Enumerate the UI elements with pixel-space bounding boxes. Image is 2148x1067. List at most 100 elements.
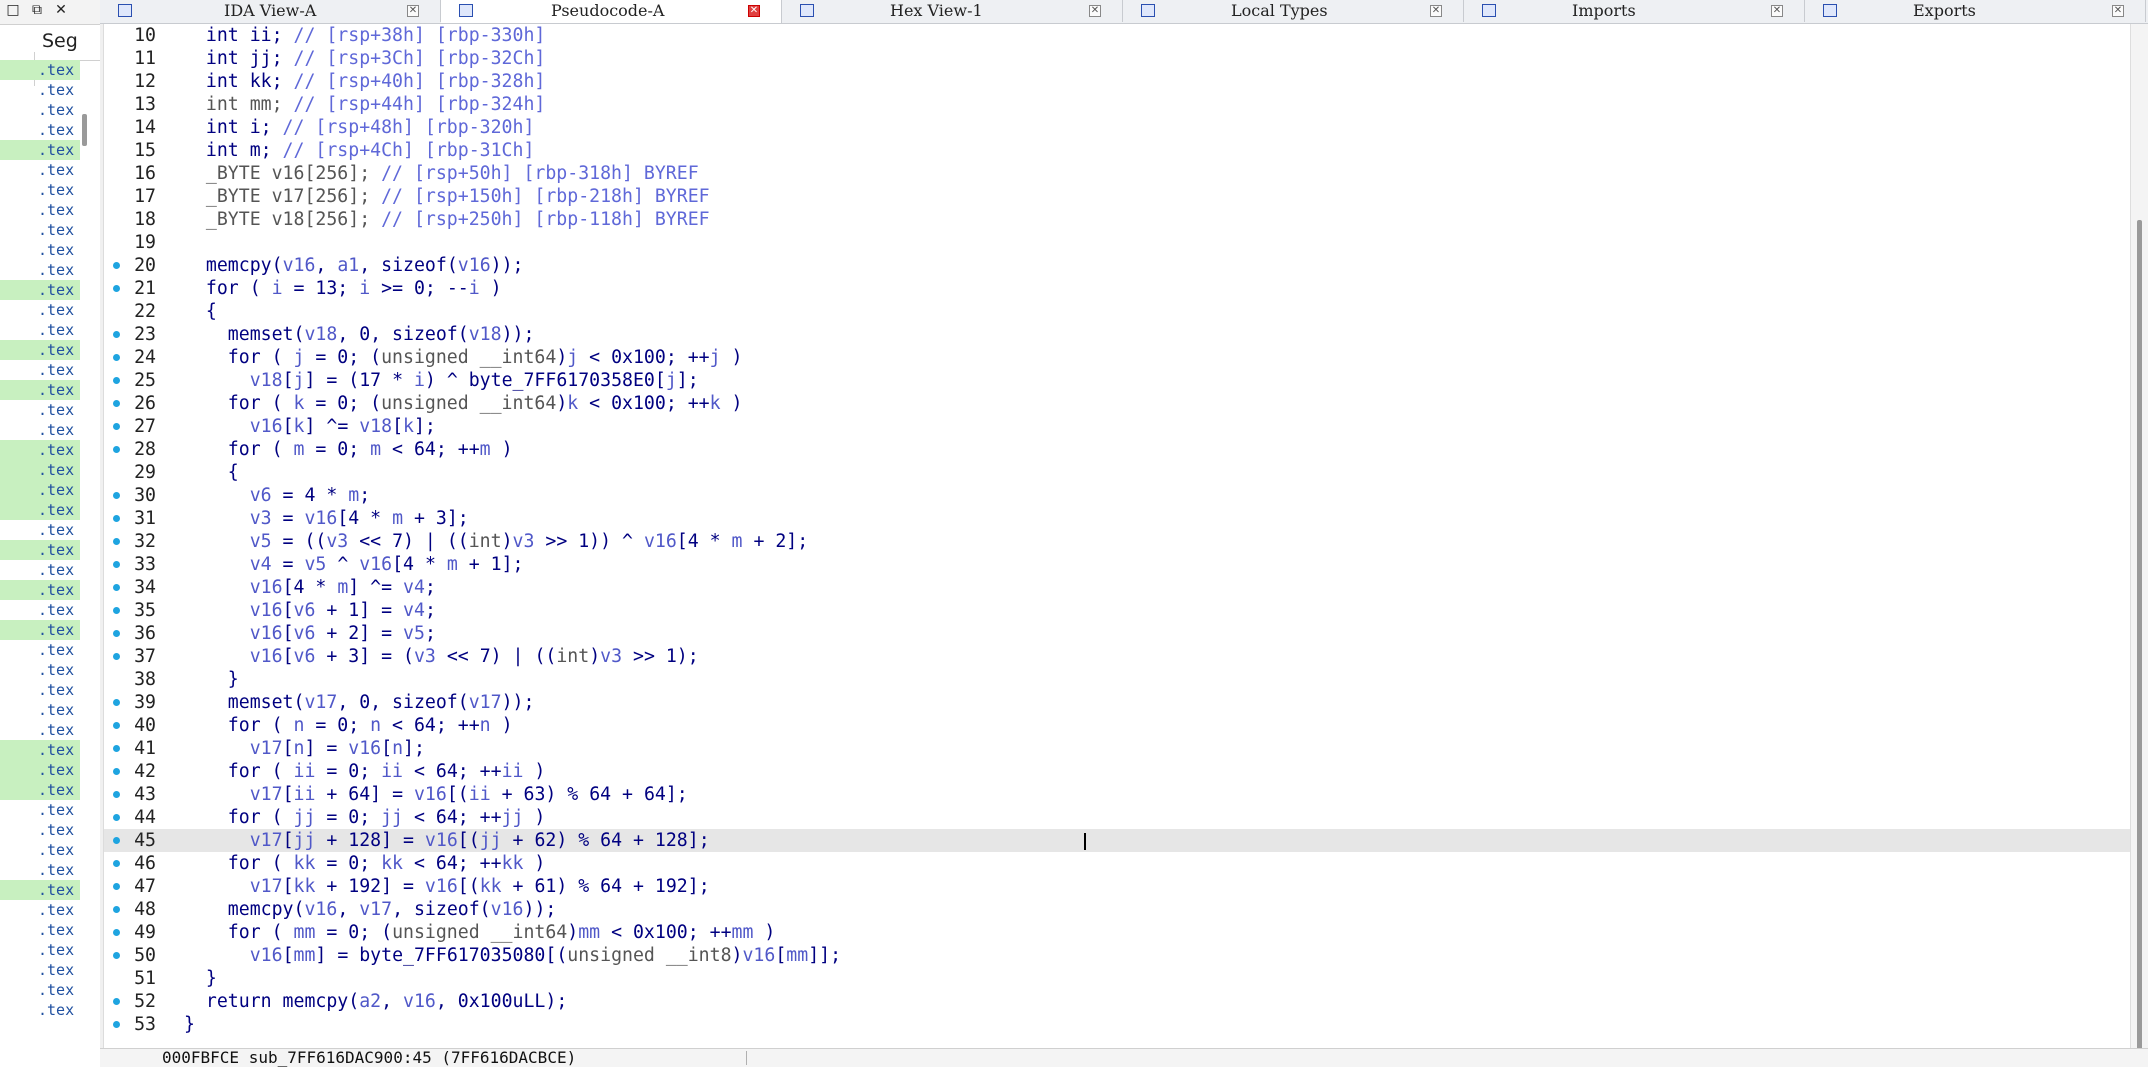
segment-row[interactable]: .tex (0, 280, 80, 300)
breakpoint-dot-icon[interactable] (113, 745, 120, 752)
segment-row[interactable]: .tex (0, 960, 80, 980)
close-tab-icon[interactable]: ✕ (1089, 5, 1101, 17)
segment-row[interactable]: .tex (0, 600, 80, 620)
segment-row[interactable]: .tex (0, 160, 80, 180)
segment-row[interactable]: .tex (0, 620, 80, 640)
code-line[interactable]: 17 _BYTE v17[256]; // [rsp+150h] [rbp-21… (100, 185, 2130, 208)
breakpoint-dot-icon[interactable] (113, 400, 120, 407)
close-tab-icon[interactable]: ✕ (1430, 5, 1442, 17)
breakpoint-dot-icon[interactable] (113, 377, 120, 384)
breakpoint-dot-icon[interactable] (113, 653, 120, 660)
segment-row[interactable]: .tex (0, 540, 80, 560)
breakpoint-dot-icon[interactable] (113, 515, 120, 522)
code-line[interactable]: 11 int jj; // [rsp+3Ch] [rbp-32Ch] (100, 47, 2130, 70)
code-line[interactable]: 20 memcpy(v16, a1, sizeof(v16)); (100, 254, 2130, 277)
segment-row[interactable]: .tex (0, 560, 80, 580)
code-line[interactable]: 53} (100, 1013, 2130, 1036)
segment-row[interactable]: .tex (0, 1000, 80, 1015)
breakpoint-dot-icon[interactable] (113, 837, 120, 844)
segment-row[interactable]: .tex (0, 80, 80, 100)
segment-row[interactable]: .tex (0, 500, 80, 520)
code-line[interactable]: 48 memcpy(v16, v17, sizeof(v16)); (100, 898, 2130, 921)
code-line[interactable]: 52 return memcpy(a2, v16, 0x100uLL); (100, 990, 2130, 1013)
code-line[interactable]: 46 for ( kk = 0; kk < 64; ++kk ) (100, 852, 2130, 875)
code-line[interactable]: 25 v18[j] = (17 * i) ^ byte_7FF6170358E0… (100, 369, 2130, 392)
code-line[interactable]: 30 v6 = 4 * m; (100, 484, 2130, 507)
code-line[interactable]: 12 int kk; // [rsp+40h] [rbp-328h] (100, 70, 2130, 93)
segment-row[interactable]: .tex (0, 240, 80, 260)
code-line[interactable]: 23 memset(v18, 0, sizeof(v18)); (100, 323, 2130, 346)
segment-row[interactable]: .tex (0, 260, 80, 280)
code-line[interactable]: 44 for ( jj = 0; jj < 64; ++jj ) (100, 806, 2130, 829)
code-line[interactable]: 31 v3 = v16[4 * m + 3]; (100, 507, 2130, 530)
segment-row[interactable]: .tex (0, 120, 80, 140)
segment-row[interactable]: .tex (0, 720, 80, 740)
code-line[interactable]: 40 for ( n = 0; n < 64; ++n ) (100, 714, 2130, 737)
code-line[interactable]: 26 for ( k = 0; (unsigned __int64)k < 0x… (100, 392, 2130, 415)
code-line[interactable]: 39 memset(v17, 0, sizeof(v17)); (100, 691, 2130, 714)
code-line[interactable]: 27 v16[k] ^= v18[k]; (100, 415, 2130, 438)
code-line[interactable]: 10 int ii; // [rsp+38h] [rbp-330h] (100, 24, 2130, 47)
code-line[interactable]: 13 int mm; // [rsp+44h] [rbp-324h] (100, 93, 2130, 116)
close-tab-icon[interactable]: ✕ (407, 5, 419, 17)
code-line[interactable]: 19 (100, 231, 2130, 254)
code-line[interactable]: 50 v16[mm] = byte_7FF617035080[(unsigned… (100, 944, 2130, 967)
breakpoint-dot-icon[interactable] (113, 331, 120, 338)
segment-row[interactable]: .tex (0, 680, 80, 700)
scrollbar-thumb[interactable] (2137, 220, 2142, 1066)
segment-row[interactable]: .tex (0, 940, 80, 960)
breakpoint-dot-icon[interactable] (113, 906, 120, 913)
code-line[interactable]: 51 } (100, 967, 2130, 990)
segment-row[interactable]: .tex (0, 800, 80, 820)
code-line[interactable]: 16 _BYTE v16[256]; // [rsp+50h] [rbp-318… (100, 162, 2130, 185)
editor-scrollbar[interactable] (2130, 24, 2148, 1066)
breakpoint-dot-icon[interactable] (113, 768, 120, 775)
code-line[interactable]: 49 for ( mm = 0; (unsigned __int64)mm < … (100, 921, 2130, 944)
segment-row[interactable]: .tex (0, 820, 80, 840)
code-line[interactable]: 15 int m; // [rsp+4Ch] [rbp-31Ch] (100, 139, 2130, 162)
segment-row[interactable]: .tex (0, 480, 80, 500)
segment-row[interactable]: .tex (0, 380, 80, 400)
segment-row[interactable]: .tex (0, 140, 80, 160)
segment-row[interactable]: .tex (0, 900, 80, 920)
segment-row[interactable]: .tex (0, 420, 80, 440)
segment-row[interactable]: .tex (0, 740, 80, 760)
code-line[interactable]: 47 v17[kk + 192] = v16[(kk + 61) % 64 + … (100, 875, 2130, 898)
breakpoint-dot-icon[interactable] (113, 584, 120, 591)
code-line[interactable]: 43 v17[ii + 64] = v16[(ii + 63) % 64 + 6… (100, 783, 2130, 806)
code-line[interactable]: 29 { (100, 461, 2130, 484)
segment-row[interactable]: .tex (0, 180, 80, 200)
breakpoint-dot-icon[interactable] (113, 354, 120, 361)
segment-row[interactable]: .tex (0, 920, 80, 940)
breakpoint-dot-icon[interactable] (113, 607, 120, 614)
code-line[interactable]: 36 v16[v6 + 2] = v5; (100, 622, 2130, 645)
segment-row[interactable]: .tex (0, 780, 80, 800)
breakpoint-dot-icon[interactable] (113, 630, 120, 637)
code-line[interactable]: 42 for ( ii = 0; ii < 64; ++ii ) (100, 760, 2130, 783)
breakpoint-dot-icon[interactable] (113, 814, 120, 821)
segment-row[interactable]: .tex (0, 980, 80, 1000)
close-icon[interactable]: ✕ (50, 0, 72, 22)
code-line[interactable]: 14 int i; // [rsp+48h] [rbp-320h] (100, 116, 2130, 139)
tab-ida-view-a[interactable]: IDA View-A ✕ (100, 0, 441, 22)
breakpoint-dot-icon[interactable] (113, 1021, 120, 1028)
segment-row[interactable]: .tex (0, 60, 80, 80)
code-line[interactable]: 28 for ( m = 0; m < 64; ++m ) (100, 438, 2130, 461)
segment-row[interactable]: .tex (0, 220, 80, 240)
segment-row[interactable]: .tex (0, 440, 80, 460)
code-line[interactable]: 41 v17[n] = v16[n]; (100, 737, 2130, 760)
code-line[interactable]: 35 v16[v6 + 1] = v4; (100, 599, 2130, 622)
breakpoint-dot-icon[interactable] (113, 561, 120, 568)
segment-row[interactable]: .tex (0, 640, 80, 660)
breakpoint-dot-icon[interactable] (113, 699, 120, 706)
segment-row[interactable]: .tex (0, 340, 80, 360)
code-line[interactable]: 33 v4 = v5 ^ v16[4 * m + 1]; (100, 553, 2130, 576)
segment-row[interactable]: .tex (0, 300, 80, 320)
close-tab-icon[interactable]: ✕ (2112, 5, 2124, 17)
tab-hex-view-1[interactable]: Hex View-1 ✕ (782, 0, 1123, 22)
code-line[interactable]: 32 v5 = ((v3 << 7) | ((int)v3 >> 1)) ^ v… (100, 530, 2130, 553)
segment-row[interactable]: .tex (0, 860, 80, 880)
code-line[interactable]: 34 v16[4 * m] ^= v4; (100, 576, 2130, 599)
breakpoint-dot-icon[interactable] (113, 860, 120, 867)
segment-row[interactable]: .tex (0, 760, 80, 780)
